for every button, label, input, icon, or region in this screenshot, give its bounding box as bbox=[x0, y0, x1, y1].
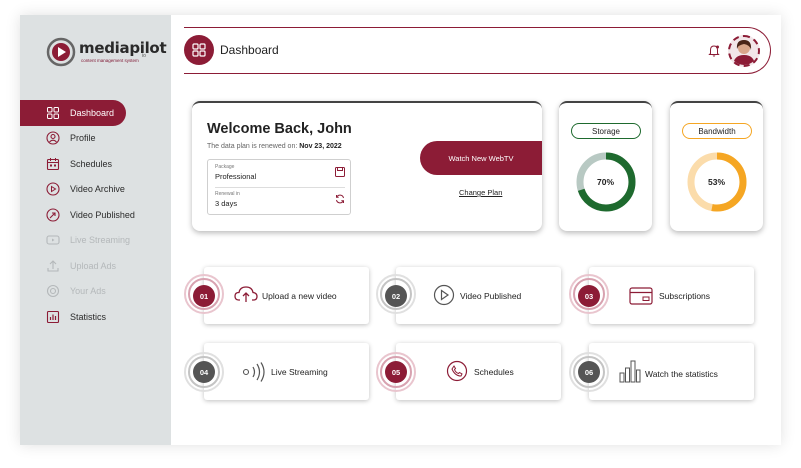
plan-box: Package Professional Renewal in 3 days bbox=[207, 159, 351, 215]
package-value: Professional bbox=[215, 172, 257, 181]
bar-chart-icon bbox=[46, 310, 60, 324]
renewal-row: Renewal in 3 days bbox=[215, 187, 345, 211]
welcome-card: Welcome Back, John The data plan is rene… bbox=[192, 101, 542, 231]
sidebar-item-label: Live Streaming bbox=[70, 235, 131, 246]
renew-date: Nov 23, 2022 bbox=[299, 143, 342, 150]
youtube-icon bbox=[46, 233, 60, 247]
tile-upload-video[interactable]: Upload a new video bbox=[204, 267, 369, 324]
sidebar-item-profile[interactable]: Profile bbox=[20, 126, 171, 152]
storage-percent: 70% bbox=[596, 177, 614, 187]
tile-label: Watch the statistics bbox=[645, 369, 718, 379]
renew-prefix: The data plan is renewed on: bbox=[207, 143, 298, 150]
grid-icon[interactable] bbox=[184, 35, 214, 65]
renewal-label: Renewal in bbox=[215, 191, 240, 197]
sidebar-item-label: Video Published bbox=[70, 209, 135, 220]
broadcast-icon bbox=[242, 362, 265, 382]
play-circle-icon bbox=[46, 182, 60, 196]
sidebar-item-label: Video Archive bbox=[70, 184, 125, 195]
phone-icon bbox=[446, 360, 468, 382]
app-window: mediapilot io content management system … bbox=[20, 15, 781, 445]
tile-label: Video Published bbox=[460, 291, 522, 301]
sidebar-item-live-streaming[interactable]: Live Streaming bbox=[20, 228, 171, 254]
sidebar-item-label: Dashboard bbox=[70, 107, 115, 118]
bar-chart-icon bbox=[619, 360, 641, 383]
bandwidth-card: Bandwidth 53% bbox=[670, 101, 763, 231]
logo-icon bbox=[46, 37, 76, 67]
sidebar-item-label: Your Ads bbox=[70, 286, 106, 297]
play-circle-icon bbox=[433, 284, 455, 306]
sidebar-item-label: Upload Ads bbox=[70, 260, 117, 271]
tile-label: Subscriptions bbox=[659, 291, 711, 301]
rocket-icon bbox=[46, 208, 60, 222]
upload-icon bbox=[46, 259, 60, 273]
change-plan-link[interactable]: Change Plan bbox=[459, 188, 502, 197]
tile-label: Schedules bbox=[474, 367, 514, 377]
save-icon[interactable] bbox=[335, 167, 345, 177]
logo-sub: io bbox=[142, 53, 146, 59]
page-title: Dashboard bbox=[220, 43, 279, 57]
refresh-icon[interactable] bbox=[335, 194, 345, 204]
logo-wordmark: mediapilot bbox=[79, 39, 167, 57]
tile-schedules[interactable]: Schedules bbox=[396, 343, 561, 400]
tile-number: 01 bbox=[193, 285, 215, 307]
sidebar-nav: Dashboard Profile Schedules Video Archiv… bbox=[20, 100, 171, 330]
sidebar-item-label: Schedules bbox=[70, 158, 113, 169]
sidebar-item-label: Statistics bbox=[70, 311, 107, 322]
sidebar-item-upload-ads[interactable]: Upload Ads bbox=[20, 253, 171, 279]
tile-number: 05 bbox=[385, 361, 407, 383]
logo-text-pilot: pilot bbox=[129, 39, 167, 57]
target-icon bbox=[46, 284, 60, 298]
bandwidth-percent: 53% bbox=[707, 177, 725, 187]
tile-watch-statistics[interactable]: Watch the statistics bbox=[589, 343, 754, 400]
tile-number: 03 bbox=[578, 285, 600, 307]
renewal-value: 3 days bbox=[215, 199, 238, 208]
sidebar-item-video-archive[interactable]: Video Archive bbox=[20, 177, 171, 203]
welcome-title: Welcome Back, John bbox=[207, 121, 352, 137]
tile-number: 02 bbox=[385, 285, 407, 307]
package-label: Package bbox=[215, 164, 235, 170]
calendar-icon bbox=[46, 157, 60, 171]
cloud-upload-icon bbox=[234, 286, 258, 302]
tile-label: Live Streaming bbox=[271, 367, 328, 377]
watch-webtv-button[interactable]: Watch New WebTV bbox=[420, 141, 542, 175]
user-circle-icon bbox=[46, 131, 60, 145]
sidebar-item-statistics[interactable]: Statistics bbox=[20, 304, 171, 330]
renew-info: The data plan is renewed on: Nov 23, 202… bbox=[207, 143, 342, 150]
credit-card-icon bbox=[629, 287, 653, 305]
storage-card: Storage 70% bbox=[559, 101, 652, 231]
tile-number: 06 bbox=[578, 361, 600, 383]
tile-live-streaming[interactable]: Live Streaming bbox=[204, 343, 369, 400]
tile-label: Upload a new video bbox=[262, 291, 337, 301]
tile-number: 04 bbox=[193, 361, 215, 383]
sidebar-item-video-published[interactable]: Video Published bbox=[20, 202, 171, 228]
sidebar-item-schedules[interactable]: Schedules bbox=[20, 151, 171, 177]
storage-label: Storage bbox=[571, 123, 641, 139]
logo-tagline: content management system bbox=[81, 58, 139, 63]
grid-icon bbox=[46, 106, 60, 120]
sidebar-item-dashboard[interactable]: Dashboard bbox=[20, 100, 126, 126]
tile-subscriptions[interactable]: Subscriptions bbox=[589, 267, 754, 324]
avatar[interactable] bbox=[728, 35, 760, 67]
bandwidth-label: Bandwidth bbox=[682, 123, 752, 139]
logo-text-media: media bbox=[79, 39, 130, 57]
bell-icon[interactable] bbox=[708, 44, 720, 57]
sidebar-item-label: Profile bbox=[70, 133, 96, 144]
logo: mediapilot io content management system bbox=[46, 35, 167, 75]
tile-video-published[interactable]: Video Published bbox=[396, 267, 561, 324]
sidebar: mediapilot io content management system … bbox=[20, 15, 171, 445]
sidebar-item-your-ads[interactable]: Your Ads bbox=[20, 279, 171, 305]
package-row: Package Professional bbox=[215, 160, 345, 184]
